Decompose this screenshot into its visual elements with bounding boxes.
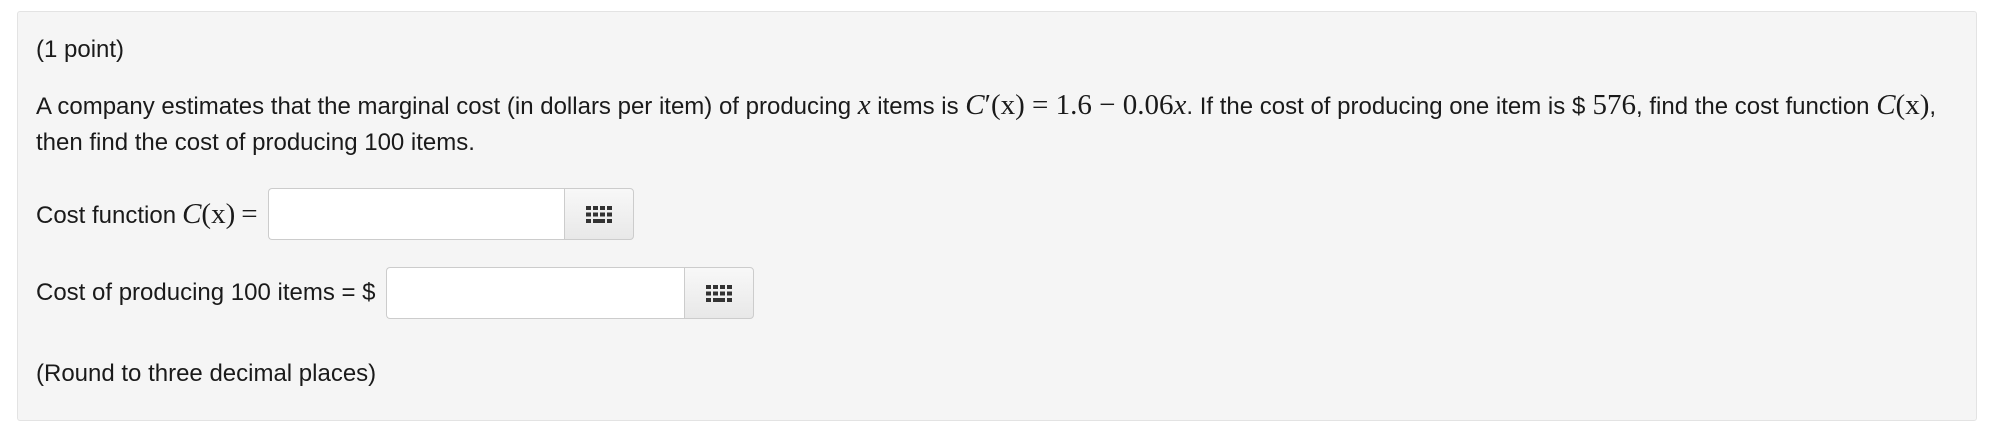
grid-icon (705, 284, 732, 302)
cost-100-items-label: Cost of producing 100 items = $ (36, 279, 376, 306)
cost-function-label: Cost function C(x) = (36, 197, 258, 230)
answer-row-cost-function: Cost function C(x) = (36, 187, 634, 241)
math-marginal-cost: C′(x) = 1.6 − 0.06x (965, 89, 1187, 121)
math-var-x: x (857, 89, 871, 121)
math-one-item-cost: 576 (1585, 89, 1637, 121)
statement-text-1: A company estimates that the marginal co… (36, 93, 858, 120)
cost-100-items-input[interactable] (385, 267, 684, 319)
equation-editor-button-1[interactable] (563, 188, 634, 240)
points-label: (1 point) (36, 36, 125, 63)
math-cost-function: C(x) (1876, 89, 1930, 121)
statement-text-2: items is (870, 93, 966, 120)
rounding-hint: (Round to three decimal places) (36, 360, 377, 387)
cost-function-answer-group (267, 188, 634, 240)
cost-function-input[interactable] (267, 188, 564, 240)
dollar-sign: $ (1571, 93, 1586, 120)
answer-row-cost-100-items: Cost of producing 100 items = $ (36, 266, 754, 320)
statement-text-3: . If the cost of producing one item is (1186, 93, 1572, 120)
problem-panel: (1 point) A company estimates that the m… (17, 11, 1977, 421)
statement-text-4: , find the cost function (1636, 93, 1877, 120)
problem-statement: A company estimates that the marginal co… (36, 87, 1966, 161)
equation-editor-button-2[interactable] (683, 267, 754, 319)
cost-100-items-answer-group (385, 267, 754, 319)
grid-icon (585, 205, 612, 223)
